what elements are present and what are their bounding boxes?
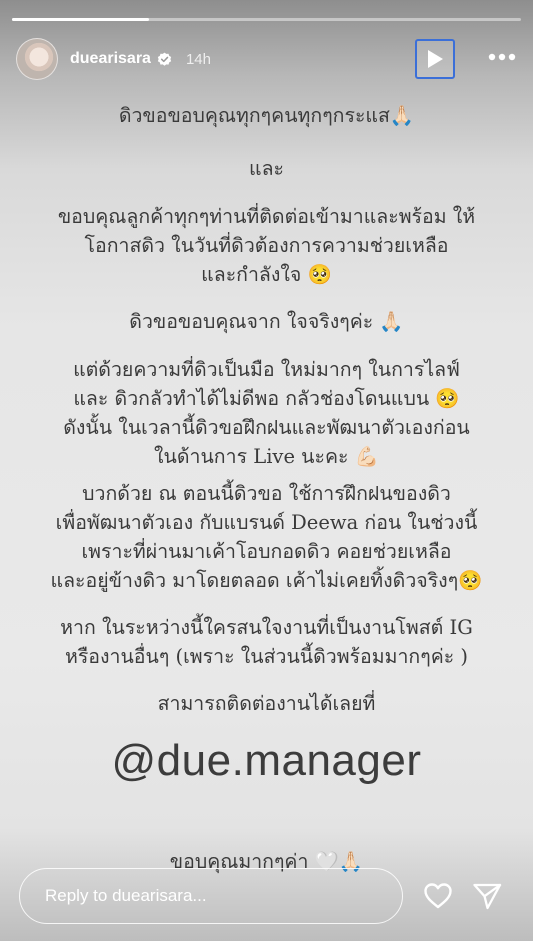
story-text-customers: ขอบคุณลูกค้าทุกๆท่านที่ติดต่อเข้ามาและพร…	[0, 202, 533, 289]
story-text-thanks: ดิวขอขอบคุณทุกๆคนทุกๆกระแส🙏🏻	[118, 104, 415, 127]
story-line: และ ดิวกลัวทำได้ไม่ดีพอ กลัวช่องโดนแบน 🥺	[73, 387, 460, 410]
story-line: หรืองานอื่นๆ (เพราะ ในส่วนนี้ดิวพร้อมมาก…	[64, 645, 469, 668]
post-time: 14h	[185, 50, 211, 68]
send-icon	[473, 883, 502, 910]
heart-icon	[424, 883, 452, 909]
story-line: หาก ในระหว่างนี้ใครสนใจงานที่เป็นงานโพสต…	[60, 616, 473, 639]
share-button[interactable]	[471, 880, 503, 912]
like-button[interactable]	[422, 880, 454, 912]
story-line: และกำลังใจ 🥺	[201, 263, 332, 286]
story-header: duearisara 14h	[16, 38, 517, 80]
story-line: เพราะที่ผ่านมาเค้าโอบกอดดิว คอยช่วยเหลือ	[81, 540, 452, 563]
username[interactable]: duearisara	[70, 50, 151, 68]
story-viewer: duearisara 14h ดิวขอขอบคุณทุกๆคนทุกๆกระแ…	[0, 0, 533, 941]
manager-handle: @due.manager	[111, 736, 422, 785]
story-text-contact: สามารถติดต่องานได้เลยที่	[157, 692, 376, 715]
more-dots-icon	[488, 53, 516, 61]
story-line: บวกด้วย ณ ตอนนี้ดิวขอ ใช้การฝึกฝนของดิว	[82, 482, 451, 505]
reply-input[interactable]: Reply to duearisara...	[19, 868, 403, 924]
story-progress-bar	[12, 18, 521, 21]
story-text-live: แต่ด้วยความที่ดิวเป็นมือ ใหม่มากๆ ในการไ…	[0, 355, 533, 471]
more-options-button[interactable]	[487, 42, 517, 72]
story-text-and: และ	[249, 157, 284, 180]
story-line: โอกาสดิว ในวันที่ดิวต้องการความช่วยเหลือ	[84, 234, 449, 257]
story-line: ขอบคุณลูกค้าทุกๆท่านที่ติดต่อเข้ามาและพร…	[57, 205, 476, 228]
story-text-brand: บวกด้วย ณ ตอนนี้ดิวขอ ใช้การฝึกฝนของดิว …	[0, 479, 533, 595]
story-text-work: หาก ในระหว่างนี้ใครสนใจงานที่เป็นงานโพสต…	[0, 613, 533, 671]
story-line: ในด้านการ Live นะคะ 💪🏻	[154, 445, 379, 468]
story-line: เพื่อพัฒนาตัวเอง กับแบรนด์ Deewa ก่อน ใน…	[55, 511, 478, 534]
play-button[interactable]	[415, 39, 455, 79]
story-progress-fill	[12, 18, 150, 21]
story-text-heartfelt: ดิวขอขอบคุณจาก ใจจริงๆค่ะ 🙏🏻	[129, 310, 404, 333]
avatar[interactable]	[16, 38, 58, 80]
story-line: แต่ด้วยความที่ดิวเป็นมือ ใหม่มากๆ ในการไ…	[73, 358, 460, 381]
verified-badge-icon	[157, 52, 172, 67]
reply-placeholder: Reply to duearisara...	[45, 886, 207, 905]
story-line: ดังนั้น ในเวลานี้ดิวขอฝึกฝนและพัฒนาตัวเอ…	[63, 416, 470, 439]
play-icon	[428, 50, 443, 68]
story-line: และอยู่ข้างดิว มาโดยตลอด เค้าไม่เคยทิ้งด…	[50, 569, 483, 592]
